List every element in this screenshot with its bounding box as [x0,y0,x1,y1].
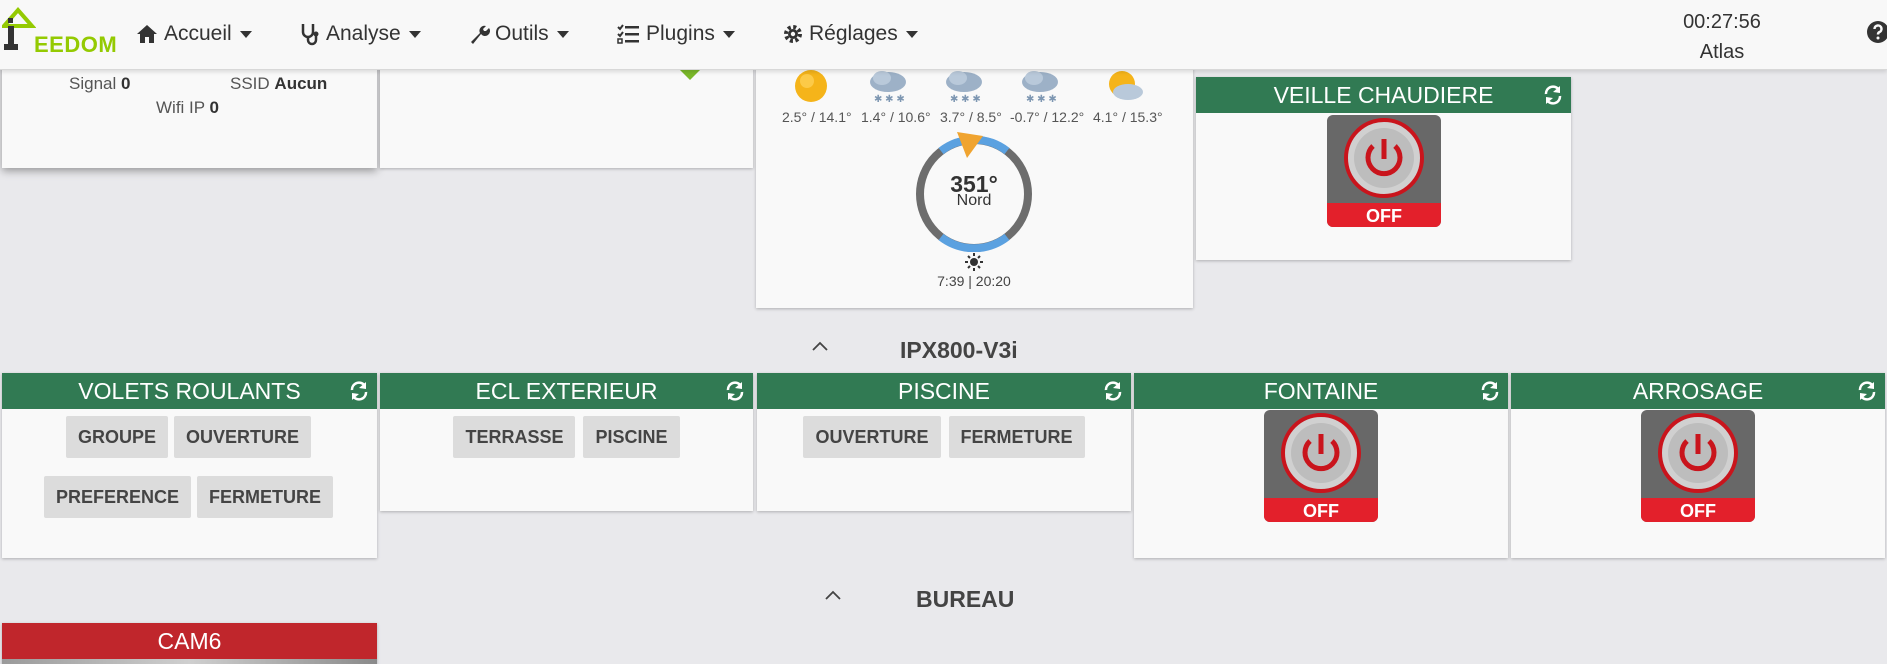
forecast-2-range: 1.4° / 10.6° [861,109,931,125]
veille-chaudiere-header: VEILLE CHAUDIERE [1196,77,1571,113]
snow-cloud-icon: ✱ ✱ ✱ [946,71,982,105]
section-title-ipx800: IPX800-V3i [900,337,1018,363]
nav-accueil-label: Accueil [164,22,232,45]
ecl-exterieur-widget: ECL EXTERIEUR TERRASSE PISCINE [380,373,753,511]
piscine-ouverture-button[interactable]: OUVERTURE [803,416,941,458]
nav-outils[interactable]: Outils [468,20,569,48]
section-title-bureau: BUREAU [916,586,1015,612]
widget-title: ARROSAGE [1632,377,1764,404]
fermeture-button[interactable]: FERMETURE [197,476,334,518]
clock-time: 00:27:56 [1683,11,1761,33]
wind-direction: Nord [956,192,992,209]
refresh-icon[interactable] [725,381,745,401]
sun-times: 7:39 | 20:20 [937,273,1011,289]
house-logo-icon [0,6,37,50]
piscine-header: PISCINE [757,373,1131,409]
refresh-icon[interactable] [1103,381,1123,401]
nav-accueil[interactable]: Accueil [135,20,252,48]
forecast-3-range: 3.7° / 8.5° [940,109,1002,125]
groupe-button[interactable]: GROUPE [65,416,168,458]
piscine-fermeture-button[interactable]: FERMETURE [948,416,1085,458]
power-switch-off[interactable]: OFF [1326,115,1441,227]
cam6-header: CAM6 [2,623,377,659]
svg-text:✱ ✱ ✱: ✱ ✱ ✱ [950,94,981,105]
logo-text: EEDOM [34,32,118,57]
refresh-icon[interactable] [1543,85,1563,105]
ecl-exterieur-header: ECL EXTERIEUR [380,373,753,409]
power-switch-off[interactable]: OFF [1641,410,1755,522]
tasks-icon [617,24,639,44]
volets-roulants-widget: VOLETS ROULANTS GROUPE OUVERTURE PREFERE… [2,373,377,558]
widget-title: VOLETS ROULANTS [78,377,301,404]
chevron-down-icon [905,30,918,38]
chevron-up-icon[interactable] [824,589,842,601]
svg-text:✱ ✱ ✱: ✱ ✱ ✱ [1026,94,1057,105]
chevron-up-icon[interactable] [811,340,829,352]
arrosage-header: ARROSAGE [1511,373,1885,409]
sun-cloud-icon [1109,71,1143,100]
nav-reglages-label: Réglages [809,22,898,45]
wifi-ip-info: Wifi IP 0 [156,98,220,117]
snow-cloud-icon: ✱ ✱ ✱ [1022,71,1058,105]
nav-analyse[interactable]: Analyse [299,20,421,48]
snow-cloud-icon: ✱ ✱ ✱ [870,71,906,105]
widget-title: PISCINE [897,377,991,404]
refresh-icon[interactable] [1480,381,1500,401]
widget-title: FONTAINE [1263,377,1379,404]
jeedom-logo[interactable]: EEDOM [0,4,117,57]
svg-text:OFF: OFF [1680,501,1716,521]
camera-feed[interactable] [2,659,377,664]
stethoscope-icon [301,24,319,46]
sun-icon [795,70,827,102]
piscine-widget: PISCINE OUVERTURE FERMETURE [757,373,1131,511]
chevron-down-icon [408,30,421,38]
forecast-4-range: -0.7° / 12.2° [1010,109,1085,125]
forecast-1-range: 2.5° / 14.1° [782,109,852,125]
piscine-light-button[interactable]: PISCINE [583,416,680,458]
svg-text:OFF: OFF [1303,501,1339,521]
user-name[interactable]: Atlas [1667,37,1777,67]
refresh-icon[interactable] [1857,381,1877,401]
refresh-icon[interactable] [349,381,369,401]
terrasse-button[interactable]: TERRASSE [453,416,576,458]
veille-chaudiere-widget: VEILLE CHAUDIERE OFF [1196,77,1571,260]
nav-analyse-label: Analyse [326,22,401,45]
arrosage-widget: ARROSAGE OFF [1511,373,1885,558]
svg-text:OFF: OFF [1366,206,1402,226]
wrench-icon [471,25,490,44]
widget-title: CAM6 [157,627,222,654]
volets-roulants-header: VOLETS ROULANTS [2,373,377,409]
forecast-5-range: 4.1° / 15.3° [1093,109,1163,125]
widget-title: VEILLE CHAUDIERE [1273,81,1494,108]
chevron-down-icon [722,30,735,38]
nav-reglages[interactable]: Réglages [782,20,918,48]
chevron-down-icon [556,30,569,38]
nav-plugins-label: Plugins [646,22,715,45]
gear-icon [784,25,802,43]
question-circle-icon[interactable] [1866,20,1887,49]
power-switch-off[interactable]: OFF [1264,410,1378,522]
clock: 00:27:56 Atlas [1667,7,1777,67]
widget-title: ECL EXTERIEUR [475,377,658,404]
signal-info: Signal 0 [69,74,131,93]
svg-text:✱ ✱ ✱: ✱ ✱ ✱ [874,94,905,105]
fontaine-header: FONTAINE [1134,373,1508,409]
sun-small-icon [965,253,983,271]
home-icon [137,25,157,43]
ouverture-button[interactable]: OUVERTURE [174,416,312,458]
nav-plugins[interactable]: Plugins [617,20,735,48]
nav-outils-label: Outils [495,22,549,45]
navbar: EEDOM Accueil Analyse Outils Plugins Rég… [0,0,1887,70]
preference-button[interactable]: PREFERENCE [43,476,192,518]
cam6-widget: CAM6 [2,623,377,664]
fontaine-widget: FONTAINE OFF [1134,373,1508,558]
ssid-info: SSID Aucun [230,74,328,93]
weather-widget: ✱ ✱ ✱ ✱ ✱ ✱ ✱ ✱ ✱ 2.5° / 14.1° 1.4° / 10… [756,40,1193,308]
chevron-down-icon [239,30,252,38]
